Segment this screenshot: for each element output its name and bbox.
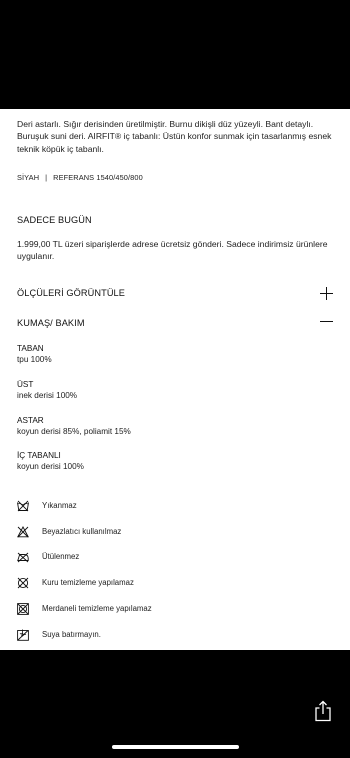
do-not-wash-icon	[17, 500, 29, 512]
plus-icon[interactable]	[320, 287, 333, 300]
product-description: Deri astarlı. Sığır derisinden üretilmiş…	[17, 119, 332, 154]
composition-material: inek derisi 100%	[17, 391, 78, 400]
top-black-area	[0, 0, 350, 109]
promo-title: SADECE BUGÜN	[17, 215, 92, 225]
home-indicator[interactable]	[112, 745, 239, 749]
bottom-black-area	[0, 650, 350, 758]
share-icon[interactable]	[313, 700, 333, 722]
care-text: Ütülenmez	[42, 552, 80, 561]
size-guide-link[interactable]: ÖLÇÜLERİ GÖRÜNTÜLE	[17, 288, 125, 298]
minus-icon[interactable]	[320, 321, 333, 323]
do-not-tumble-dry-icon	[17, 603, 29, 615]
product-color: SİYAH	[17, 173, 40, 182]
fabric-care-toggle[interactable]: KUMAŞ/ BAKIM	[17, 318, 85, 328]
care-text: Merdaneli temizleme yapılamaz	[42, 604, 152, 613]
care-text: Yıkanmaz	[42, 501, 77, 510]
care-item: Beyazlatıcı kullanılmaz	[17, 526, 317, 540]
composition-part: ÜST	[17, 380, 34, 389]
composition-material: tpu 100%	[17, 355, 52, 364]
composition-part: ASTAR	[17, 416, 44, 425]
do-not-bleach-icon	[17, 526, 29, 538]
care-text: Beyazlatıcı kullanılmaz	[42, 527, 122, 536]
promo-text: 1.999,00 TL üzeri siparişlerde adrese üc…	[17, 239, 328, 262]
composition-material: koyun derisi 100%	[17, 462, 84, 471]
product-detail-sheet	[0, 109, 350, 650]
do-not-dry-clean-icon	[17, 577, 29, 589]
separator: |	[45, 173, 48, 182]
care-item: Yıkanmaz	[17, 500, 317, 514]
do-not-iron-icon	[17, 552, 29, 563]
care-item: Ütülenmez	[17, 551, 317, 565]
do-not-soak-icon	[17, 629, 29, 641]
care-text: Kuru temizleme yapılamaz	[42, 578, 134, 587]
care-text: Suya batırmayın.	[42, 630, 101, 639]
composition-part: İÇ TABANLI	[17, 451, 61, 460]
color-reference-line: SİYAH | REFERANS 1540/450/800	[17, 173, 143, 182]
composition-part: TABAN	[17, 344, 44, 353]
product-reference: REFERANS 1540/450/800	[53, 173, 143, 182]
care-item: Merdaneli temizleme yapılamaz	[17, 603, 317, 617]
care-item: Kuru temizleme yapılamaz	[17, 577, 317, 591]
care-item: Suya batırmayın.	[17, 629, 317, 643]
composition-material: koyun derisi 85%, poliamit 15%	[17, 427, 131, 436]
